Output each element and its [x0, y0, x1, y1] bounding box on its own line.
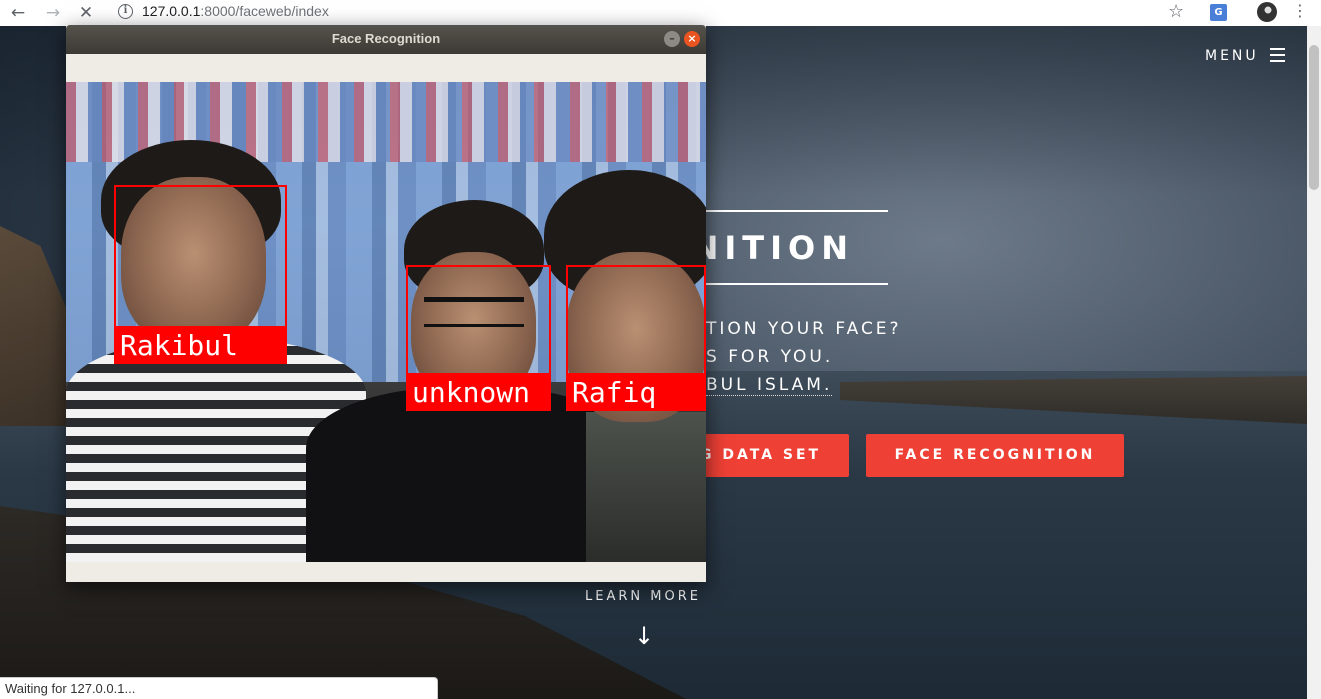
- stop-loading-icon[interactable]: ✕: [76, 3, 96, 23]
- translate-icon[interactable]: G: [1210, 4, 1227, 21]
- url-text[interactable]: 127.0.0.1:8000/faceweb/index: [142, 3, 329, 19]
- close-icon[interactable]: ×: [684, 31, 700, 47]
- title-bottom-rule: [690, 283, 888, 285]
- subtitle-line-1: TION YOUR FACE?: [706, 319, 902, 339]
- arrow-down-icon[interactable]: ↓: [634, 622, 654, 650]
- learn-more-link[interactable]: LEARN MORE: [585, 589, 701, 604]
- status-bar: Waiting for 127.0.0.1...: [0, 677, 438, 699]
- face-box-3: [566, 265, 706, 375]
- address-bar[interactable]: i 127.0.0.1:8000/faceweb/index: [110, 0, 1200, 24]
- face-label-1: Rakibul: [114, 328, 287, 364]
- face-recognition-window: Face Recognition – × Rakibul unknown Raf…: [66, 25, 706, 582]
- forward-arrow-icon[interactable]: →: [43, 3, 63, 23]
- back-arrow-icon[interactable]: ←: [8, 3, 28, 23]
- profile-avatar[interactable]: [1257, 2, 1277, 22]
- subtitle-line-3[interactable]: BUL ISLAM.: [706, 375, 833, 396]
- face-box-1: [114, 185, 287, 328]
- camera-feed: Rakibul unknown Rafiq: [66, 82, 706, 562]
- face-box-2: [406, 265, 551, 375]
- scrollbar-thumb[interactable]: [1309, 45, 1319, 190]
- more-options-icon[interactable]: ⋮: [1292, 1, 1308, 20]
- info-icon[interactable]: i: [118, 4, 133, 19]
- person-3-shirt: [586, 412, 706, 562]
- face-label-2: unknown: [406, 375, 551, 411]
- star-icon[interactable]: ☆: [1168, 1, 1184, 22]
- subtitle-line-2: S FOR YOU.: [706, 347, 834, 367]
- browser-toolbar: ← → ✕ i 127.0.0.1:8000/faceweb/index ☆ G…: [0, 0, 1321, 26]
- minimize-icon[interactable]: –: [664, 31, 680, 47]
- window-titlebar[interactable]: Face Recognition – ×: [66, 25, 706, 54]
- hamburger-icon[interactable]: [1270, 48, 1285, 62]
- dataset-button[interactable]: G DATA SET: [700, 434, 849, 477]
- menu-label[interactable]: MENU: [1205, 48, 1259, 64]
- face-recognition-button[interactable]: FACE RECOGNITION: [866, 434, 1124, 477]
- window-title: Face Recognition: [331, 31, 441, 46]
- face-label-3: Rafiq: [566, 375, 706, 411]
- title-top-rule: [690, 210, 888, 212]
